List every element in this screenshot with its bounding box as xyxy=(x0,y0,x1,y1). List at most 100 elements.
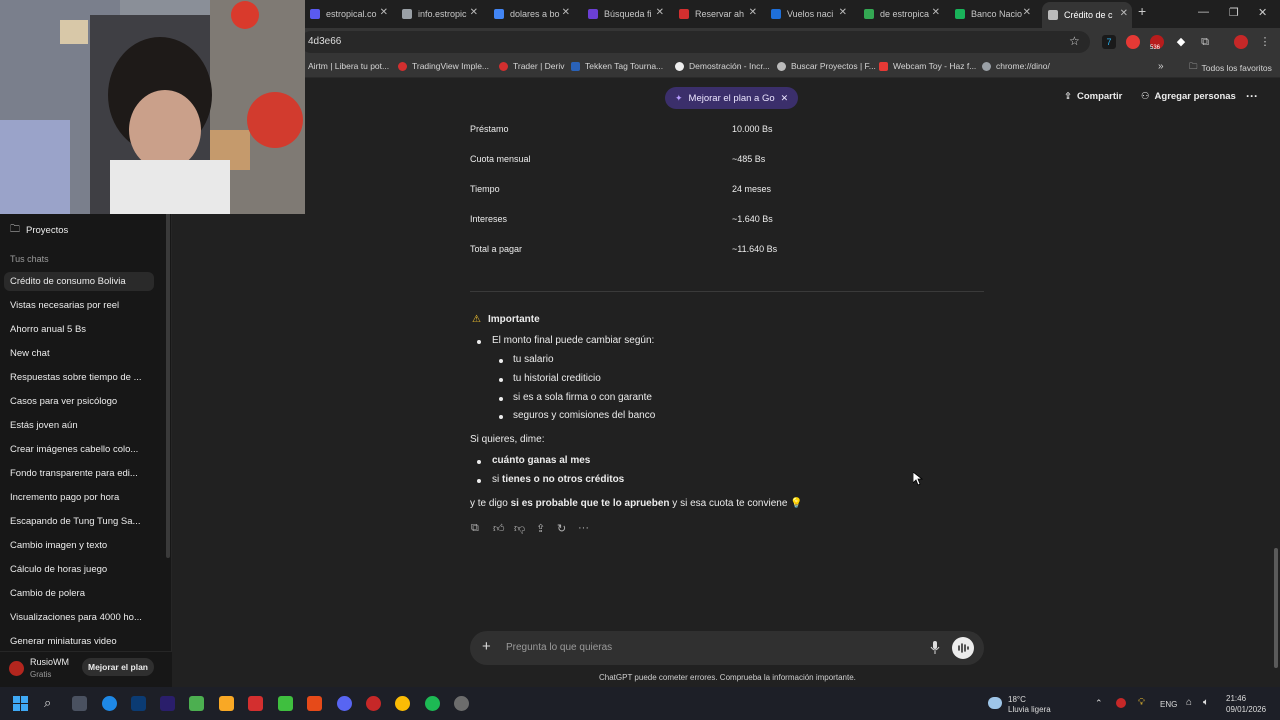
minecraft-icon[interactable] xyxy=(278,696,293,711)
file-explorer-icon[interactable] xyxy=(219,696,234,711)
tray-overflow-icon[interactable]: ⌃ xyxy=(1095,698,1103,709)
chat-item[interactable]: Vistas necesarias por reel xyxy=(10,300,160,311)
new-tab-button[interactable]: + xyxy=(1138,3,1146,19)
volume-icon[interactable]: 🔈︎ xyxy=(1203,697,1209,708)
discord-icon[interactable] xyxy=(337,696,352,711)
copy-icon[interactable]: ⧉ xyxy=(471,522,479,535)
extension-tradingview-icon[interactable]: 7 xyxy=(1102,35,1116,49)
tab-vuelos[interactable]: Vuelos naci ✕ xyxy=(771,4,851,24)
sidebar-projects[interactable]: 🗀 Proyectos xyxy=(10,222,160,239)
opera-icon[interactable] xyxy=(366,696,381,711)
close-tab-icon[interactable]: ✕ xyxy=(656,7,664,18)
task-view-icon[interactable] xyxy=(72,696,87,711)
close-window-icon[interactable]: ✕ xyxy=(1258,6,1267,19)
clock-time[interactable]: 21:46 xyxy=(1226,694,1246,703)
store-icon[interactable] xyxy=(189,696,204,711)
tray-bulb-icon[interactable]: 💡︎ xyxy=(1138,697,1145,708)
tray-app-icon[interactable] xyxy=(1116,698,1126,708)
more-options-icon[interactable]: ··· xyxy=(1246,89,1258,103)
close-tab-icon[interactable]: ✕ xyxy=(380,7,388,18)
tab-reservar[interactable]: Reservar ah ✕ xyxy=(679,4,761,24)
bookmark-dino[interactable]: chrome://dino/ xyxy=(982,61,1050,71)
chat-item[interactable]: New chat xyxy=(10,348,160,359)
chat-item[interactable]: Incremento pago por hora xyxy=(10,492,160,503)
chat-item[interactable]: Fondo transparente para edi... xyxy=(10,468,160,479)
tab-dolares[interactable]: dolares a bo ✕ xyxy=(494,4,574,24)
tab-credito-active[interactable]: Crédito de c ✕ xyxy=(1042,2,1132,28)
all-bookmarks-folder[interactable]: 🗀 Todos los favoritos xyxy=(1189,61,1272,75)
chat-item[interactable]: Visualizaciones para 4000 ho... xyxy=(10,612,160,623)
close-tab-icon[interactable]: ✕ xyxy=(749,7,757,18)
chatgpt-icon[interactable] xyxy=(454,696,469,711)
chrome-icon[interactable] xyxy=(395,696,410,711)
regenerate-icon[interactable]: ↻ xyxy=(557,522,566,535)
search-icon[interactable]: ⌕ xyxy=(44,695,51,711)
upgrade-plan-button[interactable]: Mejorar el plan xyxy=(82,658,154,676)
thumbs-down-icon[interactable]: 👎︎ xyxy=(514,522,525,535)
premiere-icon[interactable] xyxy=(160,696,175,711)
microphone-icon[interactable] xyxy=(930,641,940,655)
thumbs-up-icon[interactable]: 👍︎ xyxy=(493,522,505,535)
share-icon[interactable]: ⇪ xyxy=(536,522,545,535)
user-footer[interactable]: RusioWM Gratis Mejorar el plan xyxy=(0,651,172,687)
bookmark-star-icon[interactable]: ☆ xyxy=(1069,34,1080,48)
windows-start-icon[interactable] xyxy=(13,696,28,711)
network-icon[interactable]: ⌂ xyxy=(1186,697,1192,708)
close-icon[interactable]: ✕ xyxy=(781,93,789,104)
chat-item[interactable]: Casos para ver psicólogo xyxy=(10,396,160,407)
spotify-icon[interactable] xyxy=(425,696,440,711)
chat-item[interactable]: Cálculo de horas juego xyxy=(10,564,160,575)
photoshop-icon[interactable] xyxy=(131,696,146,711)
bookmark-tradingview[interactable]: TradingView Imple... xyxy=(398,61,489,71)
extension-badge-icon[interactable]: 536 xyxy=(1150,35,1164,51)
sidebar-scrollbar[interactable] xyxy=(166,158,170,558)
weather-desc[interactable]: Lluvia ligera xyxy=(1008,705,1051,714)
language-indicator[interactable]: ENG xyxy=(1160,700,1177,709)
chat-item[interactable]: Escapando de Tung Tung Sa... xyxy=(10,516,160,527)
tab-info-estropical[interactable]: info.estropic ✕ xyxy=(402,4,482,24)
more-actions-icon[interactable]: ··· xyxy=(578,522,589,534)
tab-estropical[interactable]: estropical.co ✕ xyxy=(310,4,392,24)
minimize-icon[interactable]: — xyxy=(1198,6,1209,18)
bookmark-tekken[interactable]: Tekken Tag Tourna... xyxy=(571,61,663,71)
extension-diamond-icon[interactable]: ◆ xyxy=(1174,35,1188,49)
bookmark-webcam-toy[interactable]: Webcam Toy - Haz f... xyxy=(879,61,976,71)
extension-red-icon[interactable] xyxy=(1126,35,1140,49)
clock-date[interactable]: 09/01/2026 xyxy=(1226,705,1266,714)
weather-temp[interactable]: 18°C xyxy=(1008,695,1026,704)
add-people-button[interactable]: ⚇ Agregar personas xyxy=(1141,91,1236,102)
main-scrollbar[interactable] xyxy=(1274,548,1278,668)
tab-busqueda[interactable]: Búsqueda fi ✕ xyxy=(588,4,668,24)
url-input[interactable]: 4d3e66 xyxy=(300,31,1090,53)
share-button[interactable]: ⇪ Compartir xyxy=(1064,91,1122,102)
brave-icon[interactable] xyxy=(307,696,322,711)
bookmark-deriv[interactable]: Trader | Deriv xyxy=(499,61,565,71)
close-tab-icon[interactable]: ✕ xyxy=(1120,8,1128,19)
upgrade-pill-button[interactable]: ✦ Mejorar el plan a Go ✕ xyxy=(665,87,799,109)
chat-item[interactable]: Generar miniaturas video xyxy=(10,636,160,647)
voice-mode-button[interactable] xyxy=(952,637,974,659)
profile-avatar[interactable] xyxy=(1234,35,1248,49)
chat-item[interactable]: Cambio imagen y texto xyxy=(10,540,160,551)
chat-item[interactable]: Ahorro anual 5 Bs xyxy=(10,324,160,335)
deriv-app-icon[interactable] xyxy=(248,696,263,711)
chat-item[interactable]: Cambio de polera xyxy=(10,588,160,599)
extensions-puzzle-icon[interactable]: ⧉ xyxy=(1198,35,1212,49)
close-tab-icon[interactable]: ✕ xyxy=(839,7,847,18)
close-tab-icon[interactable]: ✕ xyxy=(470,7,478,18)
prompt-input[interactable]: Pregunta lo que quieras xyxy=(506,642,612,653)
bookmark-buscar-proyectos[interactable]: Buscar Proyectos | F... xyxy=(777,61,876,71)
add-attachment-icon[interactable]: + xyxy=(482,638,491,655)
chat-item[interactable]: Crear imágenes cabello colo... xyxy=(10,444,160,455)
chat-item-active[interactable]: Crédito de consumo Bolivia xyxy=(4,272,154,291)
chat-item[interactable]: Estás joven aún xyxy=(10,420,160,431)
bookmarks-overflow-icon[interactable]: » xyxy=(1158,61,1164,72)
edge-icon[interactable] xyxy=(102,696,117,711)
bookmark-airtm[interactable]: Airtm | Libera tu pot... xyxy=(308,61,389,71)
restore-icon[interactable]: ❐ xyxy=(1229,6,1239,19)
chat-item[interactable]: Respuestas sobre tiempo de ... xyxy=(10,372,160,383)
weather-icon[interactable] xyxy=(988,697,1002,709)
browser-menu-icon[interactable]: ⋮ xyxy=(1258,35,1272,49)
tab-banco-nacional[interactable]: Banco Nacio ✕ xyxy=(955,4,1035,24)
close-tab-icon[interactable]: ✕ xyxy=(932,7,940,18)
